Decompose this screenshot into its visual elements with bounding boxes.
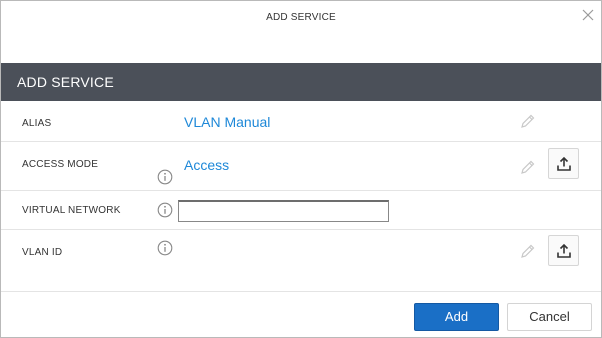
alias-value[interactable]: VLAN Manual — [184, 114, 270, 130]
access-mode-row: ACCESS MODE Access — [1, 142, 601, 191]
vlan-id-info-icon[interactable] — [157, 240, 173, 256]
virtual-network-info-icon[interactable] — [157, 202, 173, 218]
close-icon[interactable] — [580, 7, 596, 23]
section-title: ADD SERVICE — [17, 74, 114, 90]
access-mode-upload-button[interactable] — [548, 148, 579, 179]
footer-divider — [1, 291, 601, 292]
vlan-id-label: VLAN ID — [22, 247, 63, 258]
section-header: ADD SERVICE — [1, 63, 601, 101]
virtual-network-label: VIRTUAL NETWORK — [22, 205, 121, 216]
alias-label: ALIAS — [22, 118, 52, 129]
add-button[interactable]: Add — [414, 303, 499, 331]
upload-icon — [557, 243, 571, 258]
alias-row: ALIAS VLAN Manual — [1, 101, 601, 142]
access-mode-edit-pencil-icon[interactable] — [520, 159, 536, 175]
virtual-network-input[interactable] — [178, 200, 389, 222]
access-mode-label: ACCESS MODE — [22, 159, 99, 170]
alias-edit-pencil-icon[interactable] — [520, 113, 536, 129]
dialog-window-title: ADD SERVICE — [266, 12, 336, 23]
vlan-id-row: VLAN ID — [1, 230, 601, 272]
access-mode-info-icon[interactable] — [157, 169, 173, 185]
dialog-title-bar: ADD SERVICE — [1, 1, 601, 37]
cancel-button[interactable]: Cancel — [507, 303, 592, 331]
upload-icon — [557, 156, 571, 171]
vlan-id-upload-button[interactable] — [548, 235, 579, 266]
vlan-id-edit-pencil-icon[interactable] — [520, 243, 536, 259]
add-service-dialog: ADD SERVICE ADD SERVICE ALIAS VLAN Manua… — [0, 0, 602, 338]
access-mode-value[interactable]: Access — [184, 157, 229, 173]
